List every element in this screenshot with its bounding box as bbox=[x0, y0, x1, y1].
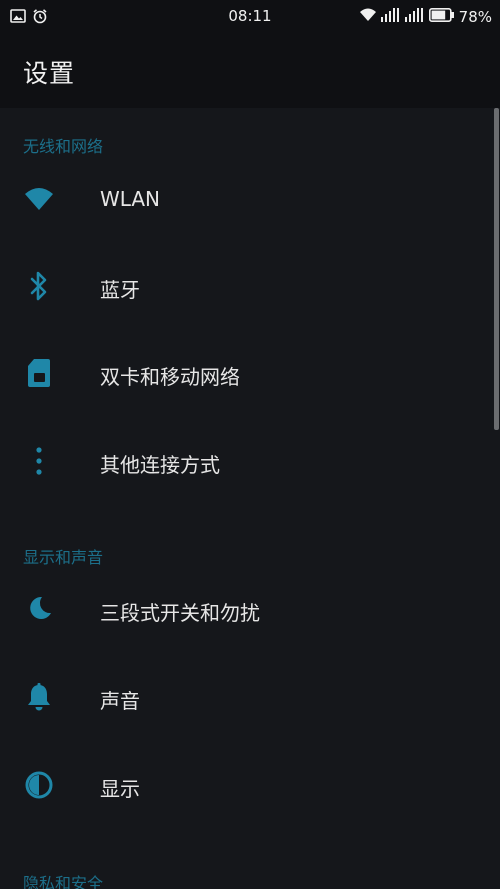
settings-item-wlan[interactable]: WLAN bbox=[0, 156, 490, 243]
page-title: 设置 bbox=[23, 59, 76, 88]
battery-icon bbox=[428, 7, 455, 26]
settings-item-label: WLAN bbox=[100, 187, 161, 211]
settings-item-label: 蓝牙 bbox=[100, 278, 140, 302]
settings-item-label: 双卡和移动网络 bbox=[100, 365, 240, 389]
section-header-display-sound: 显示和声音 bbox=[23, 548, 104, 567]
settings-item-label: 声音 bbox=[100, 689, 140, 713]
sim-card-icon bbox=[22, 356, 56, 390]
bell-icon bbox=[22, 680, 56, 714]
more-vert-icon bbox=[22, 444, 56, 478]
signal-icon-1 bbox=[380, 7, 401, 26]
settings-item-other-connections[interactable]: 其他连接方式 bbox=[0, 418, 490, 505]
settings-screen: 08:11 78% 设置 无线和网络 WLAN 蓝牙 双卡和移动网络 其他连接方… bbox=[0, 0, 500, 889]
settings-list[interactable]: 无线和网络 WLAN 蓝牙 双卡和移动网络 其他连接方式 显示和声音 三段式开关… bbox=[0, 108, 500, 889]
settings-item-label: 其他连接方式 bbox=[100, 453, 220, 477]
app-bar: 设置 bbox=[0, 32, 500, 108]
signal-icon-2 bbox=[404, 7, 425, 26]
bluetooth-icon bbox=[22, 269, 56, 303]
settings-item-display[interactable]: 显示 bbox=[0, 742, 490, 829]
settings-item-alert-slider[interactable]: 三段式开关和勿扰 bbox=[0, 566, 490, 653]
settings-item-sound[interactable]: 声音 bbox=[0, 654, 490, 741]
battery-percent: 78% bbox=[458, 7, 492, 26]
wifi-icon bbox=[22, 182, 56, 216]
section-header-wireless: 无线和网络 bbox=[23, 137, 104, 156]
status-bar: 08:11 78% bbox=[0, 0, 500, 32]
scrollbar[interactable] bbox=[494, 108, 499, 430]
settings-item-dual-sim[interactable]: 双卡和移动网络 bbox=[0, 330, 490, 417]
contrast-icon bbox=[22, 768, 56, 802]
status-right-icons: 78% bbox=[359, 7, 492, 26]
settings-item-label: 三段式开关和勿扰 bbox=[100, 601, 260, 625]
settings-item-label: 显示 bbox=[100, 777, 140, 801]
wifi-icon bbox=[359, 7, 377, 26]
section-header-privacy-security: 隐私和安全 bbox=[23, 874, 104, 889]
settings-item-bluetooth[interactable]: 蓝牙 bbox=[0, 243, 490, 330]
moon-icon bbox=[22, 592, 56, 626]
